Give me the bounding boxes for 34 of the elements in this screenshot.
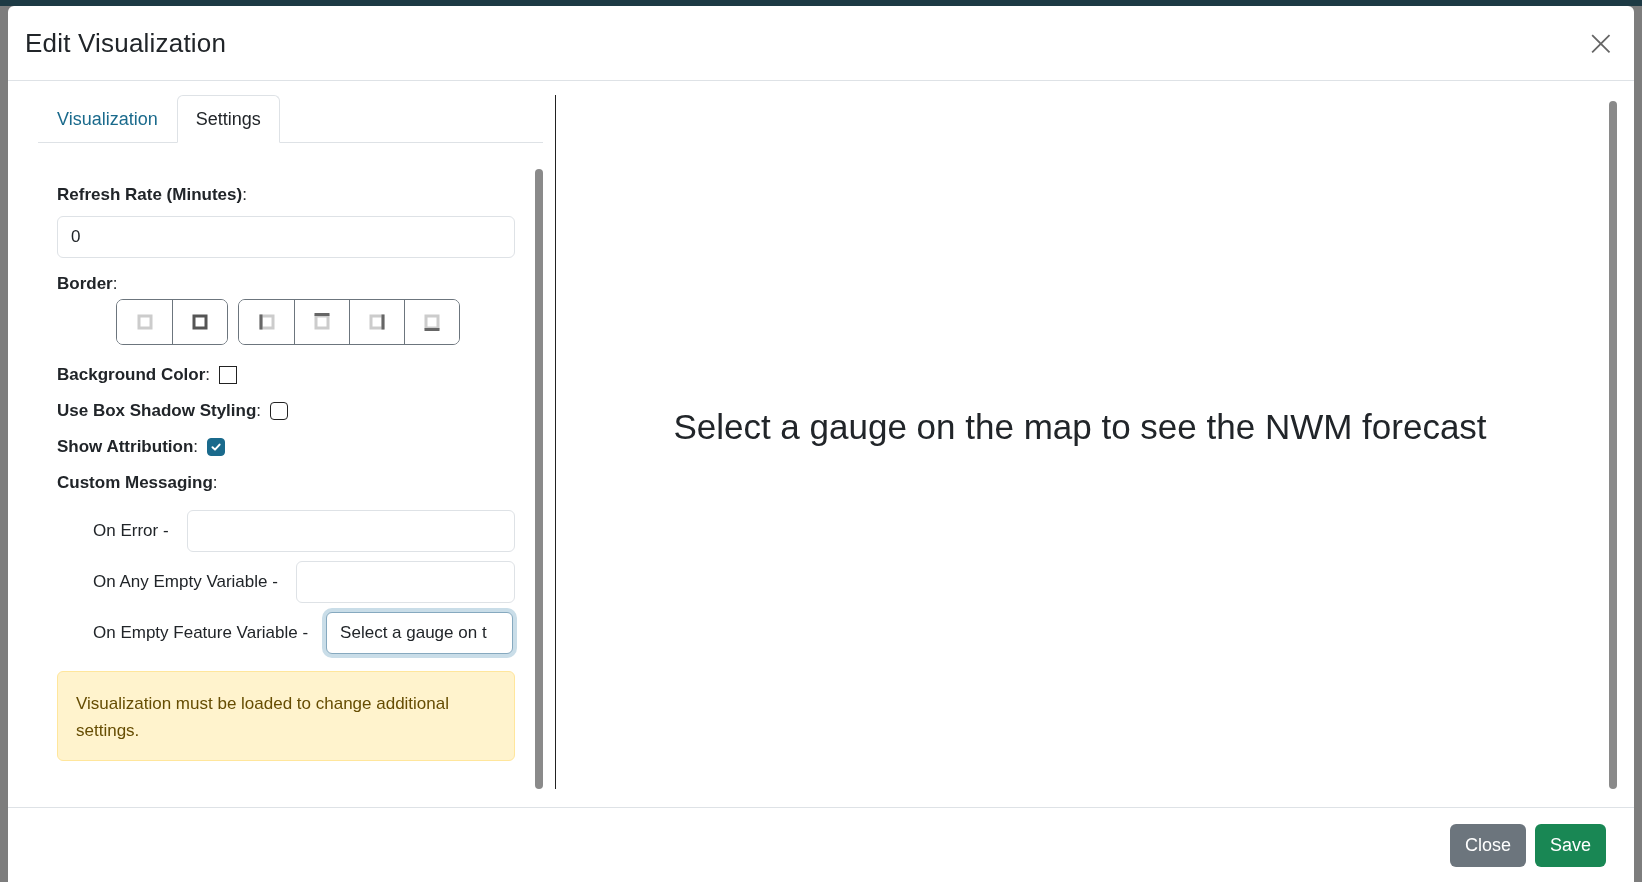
field-label: On Empty Feature Variable -: [93, 623, 309, 643]
message-field[interactable]: [186, 510, 515, 552]
warning-alert: Visualization must be loaded to change additional settings.: [57, 671, 515, 761]
field-label: Custom Messaging:: [57, 473, 218, 493]
field-label: Background Color:: [57, 365, 211, 385]
no-border-icon: [135, 313, 154, 331]
full-border-icon: [191, 313, 209, 331]
refresh-rate-field[interactable]: 0: [57, 216, 515, 258]
field-label: On Any Empty Variable -: [93, 572, 278, 592]
dialog-title: Edit Visualization: [25, 27, 227, 59]
message-field[interactable]: [295, 561, 515, 603]
border-button[interactable]: [404, 300, 459, 344]
checkbox[interactable]: [207, 438, 226, 456]
field-label: Use Box Shadow Styling:: [57, 401, 262, 421]
save-button[interactable]: Save: [1534, 823, 1606, 867]
right-border-icon: [368, 313, 386, 331]
left-border-icon: [257, 313, 276, 331]
checkmark-icon: [210, 441, 223, 453]
field-label: Refresh Rate (Minutes):: [57, 185, 247, 205]
scrollbar[interactable]: [535, 169, 543, 789]
field-label: On Error -: [93, 521, 169, 541]
checkbox[interactable]: [270, 402, 289, 420]
field-label: Border:: [57, 274, 118, 294]
close-button[interactable]: Close: [1449, 823, 1526, 867]
tab[interactable]: Settings: [176, 95, 280, 143]
field-label: Show Attribution:: [57, 437, 199, 457]
bottom-border-icon: [423, 313, 441, 331]
top-border-icon: [313, 313, 331, 331]
tab[interactable]: Visualization: [38, 95, 177, 143]
preview-message: Select a gauge on the map to see the NWM forecast: [673, 407, 1487, 447]
color-swatch[interactable]: [219, 366, 238, 384]
scrollbar[interactable]: [1609, 101, 1617, 789]
border-button[interactable]: [172, 300, 227, 344]
message-field[interactable]: Select a gauge on t: [326, 612, 513, 654]
